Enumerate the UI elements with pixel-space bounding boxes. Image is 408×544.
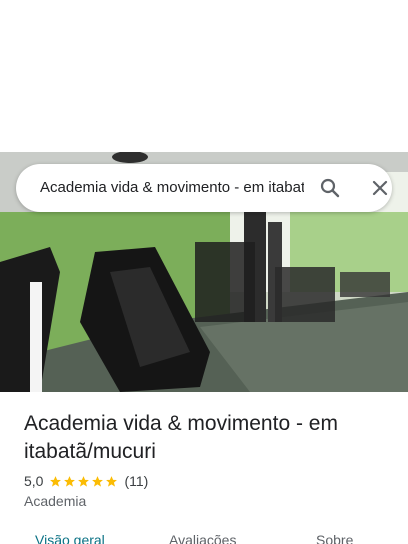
tab-overview[interactable]: Visão geral — [35, 532, 105, 544]
rating-value: 5,0 — [24, 473, 44, 489]
star-icon — [78, 475, 90, 487]
star-icon — [106, 475, 118, 487]
star-icon — [50, 475, 62, 487]
rating-row[interactable]: 5,0 (11) — [24, 472, 148, 490]
map-top-area — [0, 0, 408, 152]
star-icon — [92, 475, 104, 487]
tab-about[interactable]: Sobre — [316, 532, 353, 544]
place-title: Academia vida & movimento - em itabatã/m… — [24, 412, 338, 463]
search-input[interactable]: Academia vida & movimento - em itabatã/m… — [40, 164, 304, 212]
place-tabs: Visão geral Avaliações Sobre — [0, 532, 408, 544]
tab-reviews[interactable]: Avaliações — [169, 532, 236, 544]
review-count[interactable]: (11) — [124, 473, 148, 489]
close-icon[interactable] — [368, 176, 392, 200]
search-icon[interactable] — [318, 176, 342, 200]
star-rating — [49, 475, 119, 488]
place-category[interactable]: Academia — [24, 493, 86, 509]
star-icon — [64, 475, 76, 487]
search-bar[interactable]: Academia vida & movimento - em itabatã/m… — [16, 164, 392, 212]
place-info-panel: Academia vida & movimento - em itabatã/m… — [0, 392, 408, 544]
